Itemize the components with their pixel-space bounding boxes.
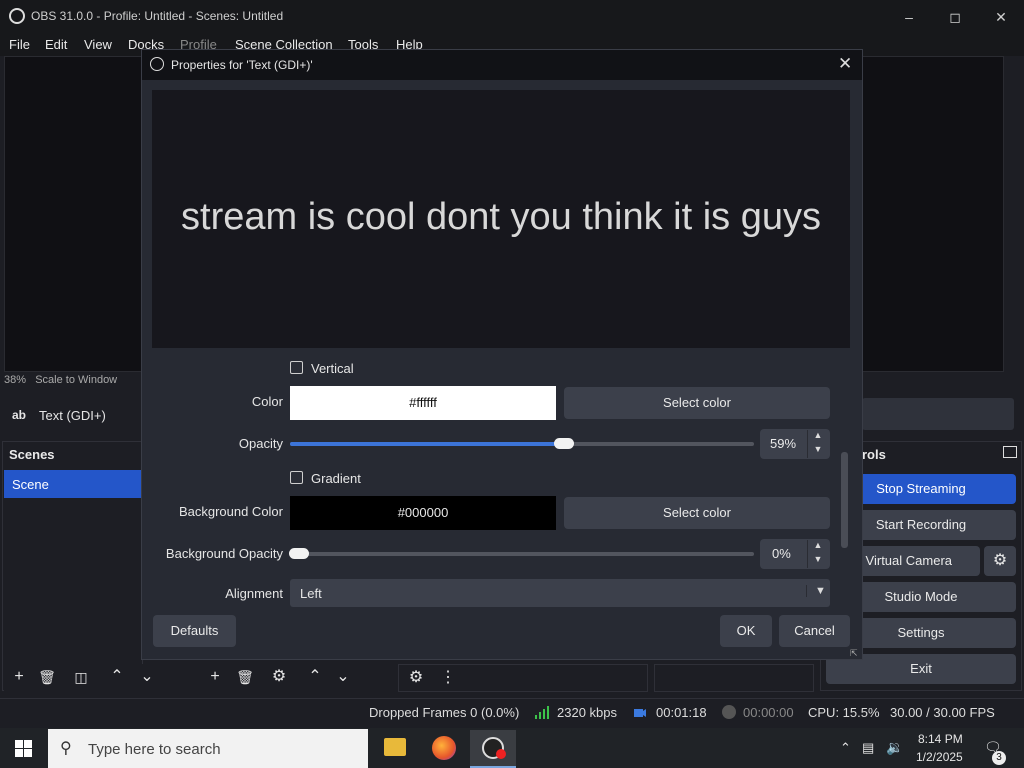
move-down-icon[interactable]: ⌄	[134, 665, 160, 689]
network-icon[interactable]: ▤	[862, 740, 874, 756]
stream-time: 00:01:18	[656, 705, 707, 720]
maximize-button[interactable]: ◻	[932, 0, 978, 34]
dialog-close-icon[interactable]: ✕	[838, 54, 852, 74]
transitions-toolbar	[654, 664, 814, 692]
windows-start-icon[interactable]	[15, 740, 32, 757]
fps: 30.00 / 30.00 FPS	[890, 705, 995, 720]
properties-scrollbar[interactable]	[841, 452, 848, 548]
selected-source-name: Text (GDI+)	[39, 408, 106, 423]
add-source-button[interactable]: +	[202, 665, 228, 689]
menu-edit[interactable]: Edit	[45, 37, 67, 52]
dialog-title-bar: Properties for 'Text (GDI+)' ✕	[142, 50, 862, 80]
cpu-usage: CPU: 15.5%	[808, 705, 880, 720]
trash-icon[interactable]: 🗑	[34, 665, 60, 689]
move-up-icon[interactable]: ⌃	[104, 665, 130, 689]
obs-taskbar-button[interactable]	[470, 730, 516, 768]
gradient-checkbox[interactable]	[290, 471, 303, 484]
dropped-frames: Dropped Frames 0 (0.0%)	[369, 705, 520, 720]
opacity-slider-fill	[290, 442, 564, 446]
close-button[interactable]: ✕	[978, 0, 1024, 34]
sources-toolbar: + 🗑 ⚙ ⌃ ⌄	[198, 664, 394, 692]
signal-bars-icon	[535, 706, 549, 719]
undock-icon[interactable]	[1003, 446, 1017, 458]
record-icon	[722, 705, 736, 719]
opacity-value: 59%	[770, 436, 797, 451]
source-down-icon[interactable]: ⌄	[330, 665, 356, 689]
color-label: Color	[251, 394, 283, 409]
taskbar-search-box[interactable]: ⚲ Type here to search	[48, 729, 368, 768]
background-select-color-button[interactable]: Select color	[564, 497, 830, 529]
cancel-button[interactable]: Cancel	[779, 615, 850, 647]
preview-status: 38% Scale to Window	[4, 374, 117, 386]
resize-grip-icon[interactable]: ⇱	[850, 648, 858, 659]
recording-indicator-icon	[496, 749, 506, 759]
opacity-label: Opacity	[238, 436, 283, 451]
record-time: 00:00:00	[743, 705, 794, 720]
alignment-value: Left	[300, 586, 322, 601]
alignment-dropdown[interactable]: Left ▼	[290, 579, 830, 607]
background-opacity-slider-handle[interactable]	[289, 548, 309, 559]
spin-down-icon[interactable]: ▼	[807, 444, 828, 458]
background-color-swatch: #000000	[290, 496, 556, 530]
defaults-button[interactable]: Defaults	[153, 615, 236, 647]
scene-list-item[interactable]: Scene	[4, 470, 142, 498]
obs-logo-icon	[9, 8, 25, 24]
color-swatch: #ffffff	[290, 386, 556, 420]
window-title: OBS 31.0.0 - Profile: Untitled - Scenes:…	[31, 9, 284, 23]
spin-up-icon[interactable]: ▲	[807, 540, 828, 554]
obs-logo-icon	[150, 57, 164, 71]
gradient-label: Gradient	[311, 471, 361, 486]
background-opacity-spinbox[interactable]: 0% ▲ ▼	[760, 539, 830, 569]
scale-mode: Scale to Window	[35, 374, 118, 386]
menu-view[interactable]: View	[84, 37, 112, 52]
background-opacity-value: 0%	[772, 546, 791, 561]
source-toolbar: ab Text (GDI+)	[4, 398, 141, 432]
spin-up-icon[interactable]: ▲	[807, 430, 828, 444]
volume-icon[interactable]: 🔉	[886, 739, 903, 756]
preview-text: stream is cool dont you think it is guys	[181, 196, 821, 238]
ok-button[interactable]: OK	[720, 615, 772, 647]
virtual-camera-settings-icon[interactable]: ⚙	[984, 546, 1016, 576]
stream-icon	[634, 707, 646, 719]
text-source-icon: ab	[12, 408, 27, 422]
select-color-button[interactable]: Select color	[564, 387, 830, 419]
title-bar: OBS 31.0.0 - Profile: Untitled - Scenes:…	[0, 0, 1024, 34]
more-options-icon[interactable]: ⋮	[435, 666, 461, 690]
opacity-slider-handle[interactable]	[554, 438, 574, 449]
controls-dock-title: rols	[862, 447, 886, 462]
search-icon: ⚲	[60, 740, 72, 757]
clock-time[interactable]: 8:14 PM	[918, 732, 963, 746]
scenes-dock-title: Scenes	[9, 447, 55, 462]
clock-date[interactable]: 1/2/2025	[916, 750, 963, 764]
source-up-icon[interactable]: ⌃	[302, 665, 328, 689]
minimize-button[interactable]: –	[886, 0, 932, 34]
background-opacity-label: Background Opacity	[165, 546, 283, 561]
filter-icon[interactable]: ◫	[68, 665, 94, 689]
opacity-spinbox[interactable]: 59% ▲ ▼	[760, 429, 830, 459]
chevron-down-icon: ▼	[806, 585, 826, 597]
zoom-level: 38%	[4, 374, 27, 386]
menu-file[interactable]: File	[9, 37, 30, 52]
background-opacity-slider[interactable]	[290, 552, 754, 556]
add-scene-button[interactable]: +	[6, 665, 32, 689]
gear-icon[interactable]: ⚙	[266, 665, 292, 689]
spin-down-icon[interactable]: ▼	[807, 554, 828, 568]
advanced-audio-icon[interactable]: ⚙	[403, 666, 429, 690]
dialog-title: Properties for 'Text (GDI+)'	[171, 58, 313, 72]
vertical-label: Vertical	[311, 361, 354, 376]
firefox-icon[interactable]	[432, 736, 456, 760]
bitrate: 2320 kbps	[557, 705, 617, 720]
notification-count: 3	[992, 751, 1006, 765]
chevron-up-icon[interactable]: ⌃	[840, 740, 851, 756]
alignment-label: Alignment	[225, 586, 283, 601]
mixer-toolbar: ⚙ ⋮	[398, 664, 648, 692]
vertical-checkbox[interactable]	[290, 361, 303, 374]
search-placeholder: Type here to search	[88, 741, 221, 758]
file-explorer-icon[interactable]	[384, 738, 406, 756]
remove-source-icon[interactable]: 🗑	[232, 665, 258, 689]
background-color-label: Background Color	[178, 504, 283, 519]
source-toolbar-field[interactable]	[862, 398, 1014, 430]
scenes-toolbar: + 🗑 ◫ ⌃ ⌄	[4, 664, 194, 692]
